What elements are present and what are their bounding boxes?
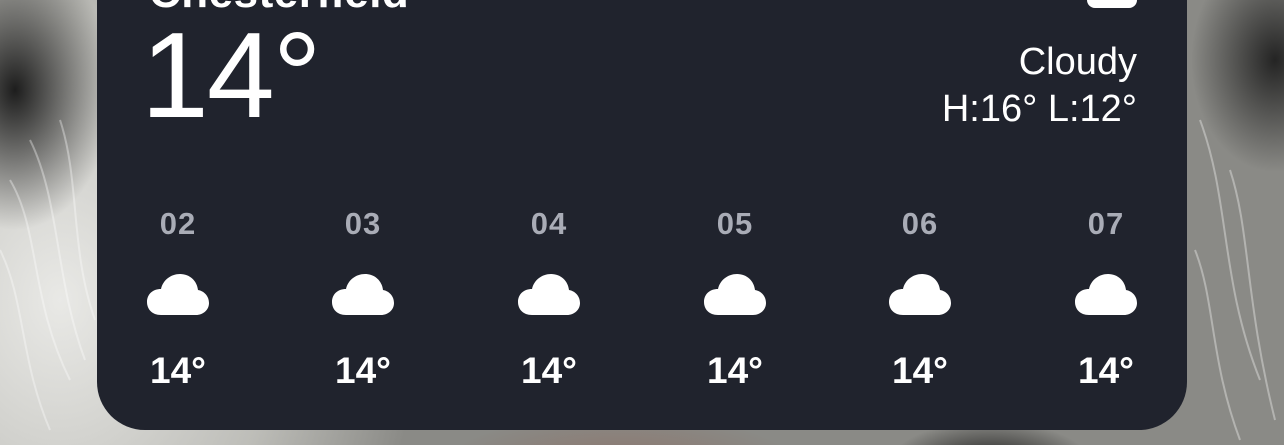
cloud-icon (889, 274, 951, 315)
hour-time: 06 (901, 206, 939, 241)
hour-time: 05 (716, 206, 754, 241)
hour-temperature: 14° (892, 350, 948, 391)
cloud-icon (147, 274, 209, 315)
cloud-icon (704, 274, 766, 315)
hour-temperature: 14° (150, 350, 206, 391)
weather-widget[interactable]: Chesterfield 14° Cloudy H:16° L:12° 02 1… (97, 0, 1187, 430)
hourly-forecast: 02 14° 03 14° 04 14° 05 14° 06 14° 07 14… (97, 0, 1187, 430)
hour-time: 03 (344, 206, 382, 241)
cloud-icon (518, 274, 580, 315)
hour-temperature: 14° (335, 350, 391, 391)
hour-temperature: 14° (521, 350, 577, 391)
cloud-icon (1075, 274, 1137, 315)
hour-temperature: 14° (1078, 350, 1134, 391)
cloud-icon (332, 274, 394, 315)
hour-time: 02 (159, 206, 197, 241)
hour-time: 07 (1087, 206, 1125, 241)
hour-temperature: 14° (707, 350, 763, 391)
hour-time: 04 (530, 206, 568, 241)
